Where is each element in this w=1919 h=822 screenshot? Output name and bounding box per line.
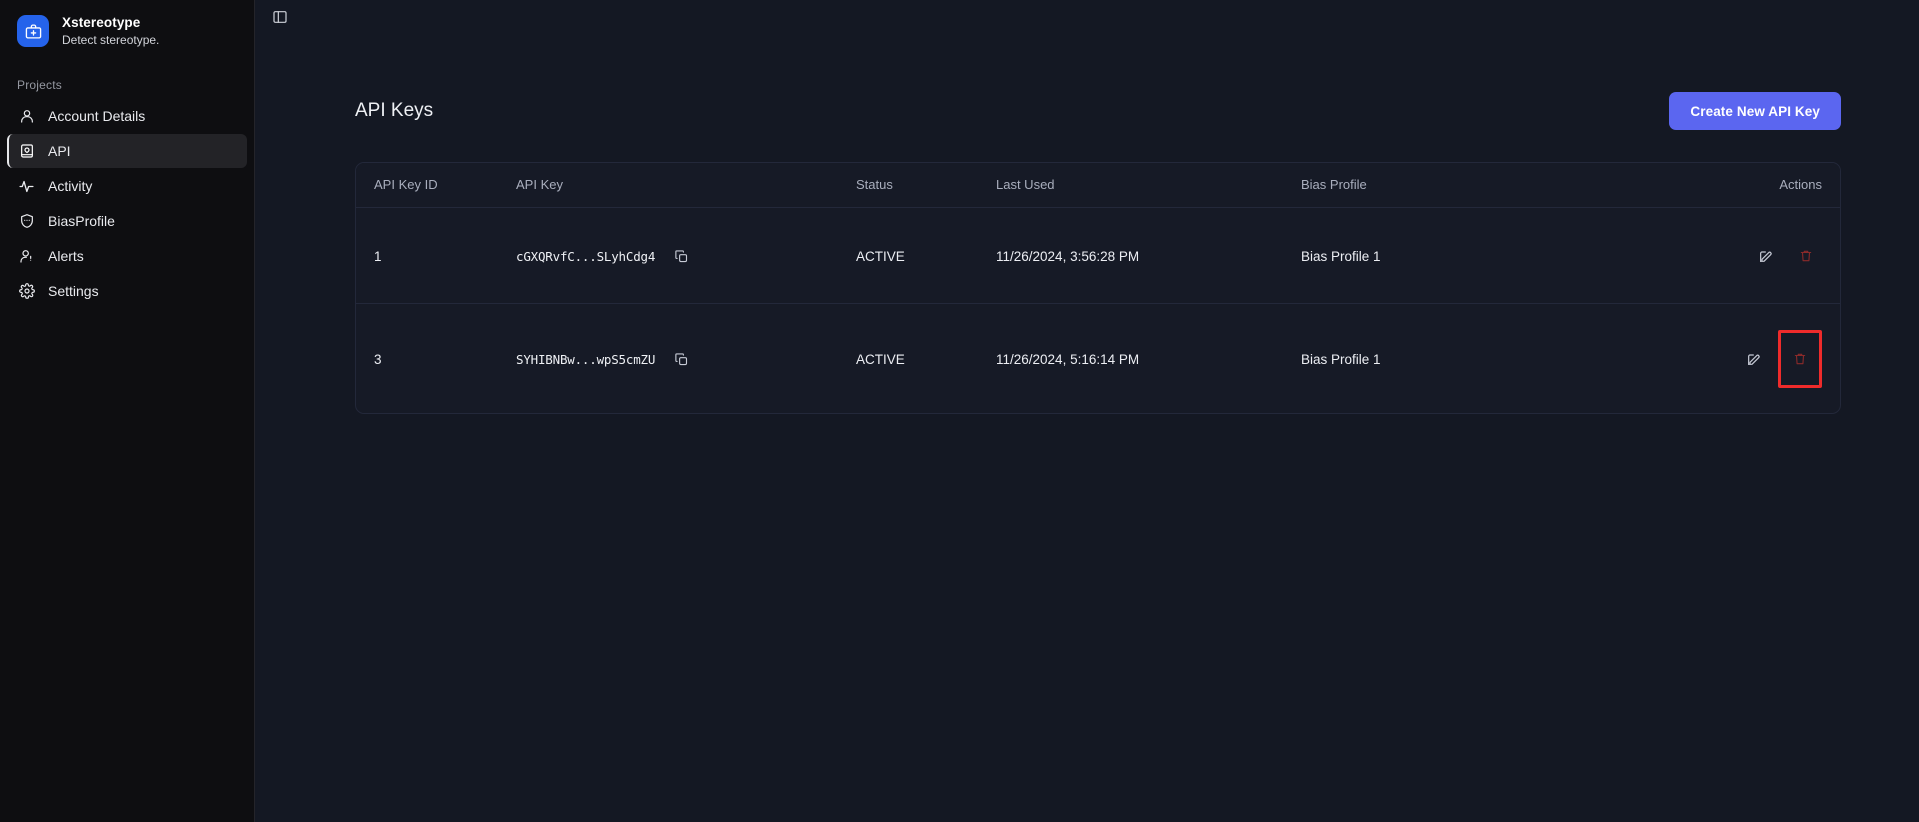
- cell-api-key: cGXQRvfC...SLyhCdg4: [516, 207, 856, 304]
- sidebar-item-label: Account Details: [48, 108, 146, 125]
- sidebar-item-label: Activity: [48, 178, 93, 195]
- cell-last-used: 11/26/2024, 3:56:28 PM: [996, 207, 1301, 304]
- user-alert-icon: [18, 248, 35, 265]
- trash-icon[interactable]: [1778, 330, 1822, 388]
- sidebar-item-settings[interactable]: Settings: [7, 274, 247, 308]
- sidebar-item-alerts[interactable]: Alerts: [7, 239, 247, 273]
- table-header-row: API Key ID API Key Status Last Used Bias…: [356, 163, 1840, 208]
- edit-pencil-icon[interactable]: [1756, 246, 1776, 266]
- copy-icon[interactable]: [672, 247, 690, 265]
- sidebar-nav: Account Details API Activity BiasProfile…: [0, 99, 254, 308]
- cell-last-used: 11/26/2024, 5:16:14 PM: [996, 351, 1140, 367]
- column-header-api-key: API Key: [516, 163, 856, 208]
- trash-icon[interactable]: [1790, 234, 1822, 278]
- api-keys-table-container: API Key ID API Key Status Last Used Bias…: [355, 162, 1841, 414]
- sidebar-item-label: BiasProfile: [48, 213, 115, 230]
- sidebar-item-activity[interactable]: Activity: [7, 169, 247, 203]
- cell-status: ACTIVE: [856, 207, 996, 304]
- gear-icon: [18, 283, 35, 300]
- sidebar-item-label: Alerts: [48, 248, 84, 265]
- shield-dots-icon: [18, 213, 35, 230]
- cell-actions: [1601, 207, 1840, 304]
- main-content: API Keys Create New API Key API Key ID A…: [255, 0, 1919, 822]
- api-keys-table: API Key ID API Key Status Last Used Bias…: [356, 163, 1840, 413]
- table-row: 3 SYHIBNBw...wpS5cmZU ACTIVE 11/26/2024,…: [356, 304, 1840, 414]
- cell-api-key-id: 1: [356, 207, 516, 304]
- sidebar-section-label: Projects: [17, 78, 62, 93]
- user-icon: [18, 108, 35, 125]
- create-new-api-key-button[interactable]: Create New API Key: [1669, 92, 1841, 130]
- cell-status: ACTIVE: [856, 351, 905, 367]
- column-header-actions: Actions: [1601, 163, 1840, 208]
- column-header-api-key-id: API Key ID: [356, 163, 516, 208]
- table-row: 1 cGXQRvfC...SLyhCdg4 ACTIVE 11/26/2024,…: [356, 207, 1840, 304]
- column-header-last-used: Last Used: [996, 163, 1301, 208]
- column-header-status: Status: [856, 163, 996, 208]
- copy-icon[interactable]: [672, 350, 690, 368]
- api-book-icon: [18, 143, 35, 160]
- api-keys-page: API Keys Create New API Key API Key ID A…: [255, 0, 1919, 414]
- api-key-value: cGXQRvfC...SLyhCdg4: [516, 248, 656, 264]
- brand-header[interactable]: Xstereotype Detect stereotype.: [0, 6, 254, 56]
- column-header-bias-profile: Bias Profile: [1301, 163, 1601, 208]
- sidebar-item-api[interactable]: API: [7, 134, 247, 169]
- cell-bias-profile: Bias Profile 1: [1301, 207, 1601, 304]
- cell-actions: [1601, 304, 1840, 414]
- edit-pencil-icon[interactable]: [1744, 349, 1764, 369]
- sidebar: Xstereotype Detect stereotype. Projects …: [0, 0, 255, 822]
- sidebar-toggle-icon[interactable]: [267, 4, 293, 30]
- page-title: API Keys: [355, 100, 434, 121]
- sidebar-item-biasprofile[interactable]: BiasProfile: [7, 204, 247, 238]
- briefcase-medical-icon: [17, 15, 49, 48]
- cell-api-key-id: 3: [374, 351, 382, 367]
- cell-api-key: SYHIBNBw...wpS5cmZU: [516, 304, 856, 414]
- brand-tagline: Detect stereotype.: [62, 32, 160, 47]
- page-header: API Keys Create New API Key: [355, 92, 1841, 130]
- table-body: 1 cGXQRvfC...SLyhCdg4 ACTIVE 11/26/2024,…: [356, 207, 1840, 414]
- activity-pulse-icon: [18, 178, 35, 195]
- table-head: API Key ID API Key Status Last Used Bias…: [356, 163, 1840, 208]
- cell-bias-profile: Bias Profile 1: [1301, 351, 1381, 367]
- sidebar-item-label: Settings: [48, 283, 99, 300]
- brand-name: Xstereotype: [62, 15, 141, 30]
- api-key-value: SYHIBNBw...wpS5cmZU: [516, 351, 656, 367]
- sidebar-item-account-details[interactable]: Account Details: [7, 99, 247, 133]
- sidebar-item-label: API: [48, 143, 71, 160]
